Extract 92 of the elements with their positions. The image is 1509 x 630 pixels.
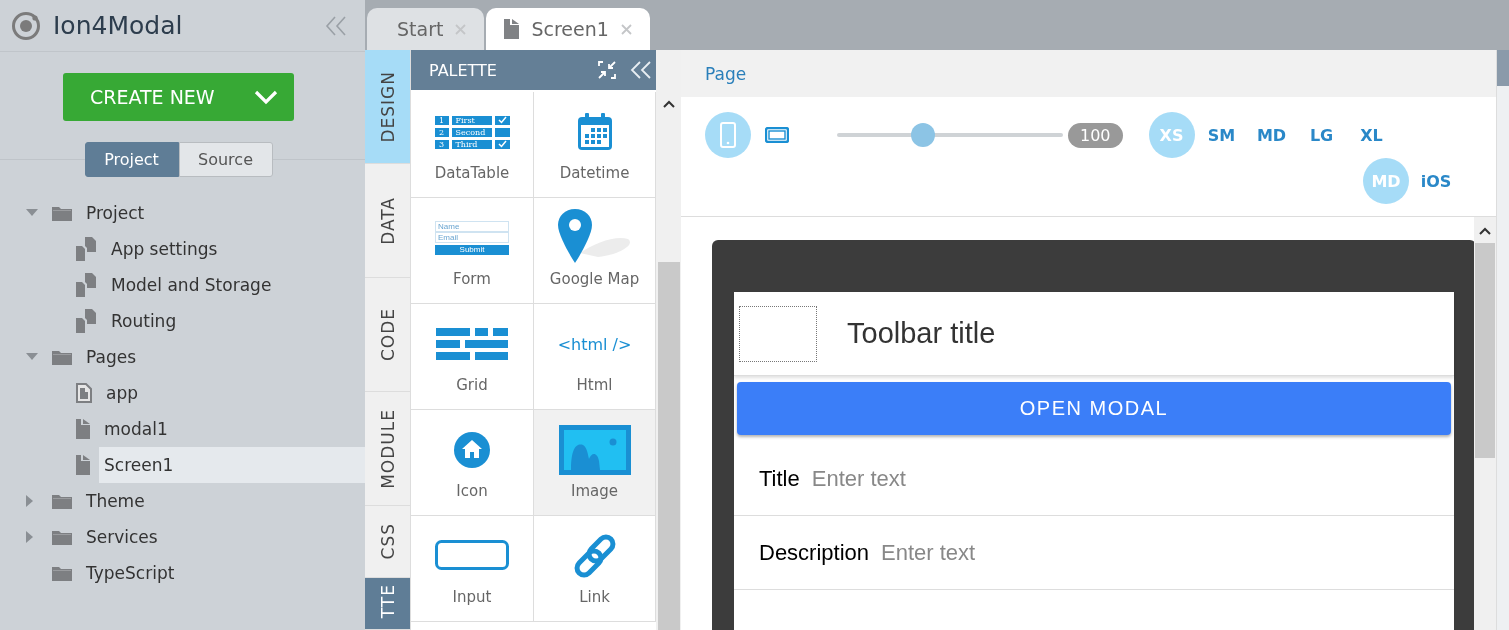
palette-item[interactable]: Name Email Submit Form	[411, 198, 534, 304]
close-icon[interactable]	[620, 23, 632, 35]
close-icon[interactable]	[455, 23, 467, 35]
caret-down-icon[interactable]	[26, 209, 38, 217]
tree-item[interactable]: Routing	[106, 303, 365, 339]
mini-table-number: 3	[434, 139, 449, 149]
input-box-icon	[435, 540, 509, 572]
side-tab[interactable]: DATA	[365, 164, 410, 278]
tree-item[interactable]: Screen1	[99, 447, 365, 483]
image-icon	[558, 425, 631, 475]
tree-item[interactable]: App settings	[106, 231, 365, 267]
chevron-down-icon	[254, 89, 278, 105]
platform-button[interactable]: iOS	[1413, 158, 1459, 204]
folder-icon	[52, 529, 72, 545]
palette-item[interactable]: Image	[534, 410, 656, 516]
breakpoint-button[interactable]: LG	[1298, 112, 1345, 158]
side-tab[interactable]: TTE	[365, 578, 410, 630]
collapse-icon[interactable]	[630, 61, 652, 79]
collapse-icon[interactable]	[324, 14, 348, 37]
mini-form-field: Name	[435, 221, 509, 232]
breakpoint-button[interactable]: XL	[1348, 112, 1395, 158]
files-icon	[76, 237, 97, 261]
mini-table-number: 2	[434, 127, 449, 137]
mini-table-label: Third	[451, 139, 492, 149]
view-toggle-tab[interactable]: Project	[84, 142, 179, 177]
tree-item[interactable]: Project	[81, 195, 365, 231]
breakpoint-button[interactable]: MD	[1248, 112, 1295, 158]
side-tab[interactable]: DESIGN	[365, 50, 410, 164]
logo-icon	[11, 10, 41, 41]
tree-item[interactable]: modal1	[99, 411, 365, 447]
files-icon	[76, 309, 97, 333]
text-input[interactable]: Enter text	[881, 539, 1454, 566]
zoom-slider[interactable]	[837, 123, 1063, 147]
compress-icon[interactable]	[598, 61, 616, 79]
phone-icon	[720, 122, 736, 148]
mini-form-field: Email	[435, 232, 509, 243]
scroll-up-icon[interactable]	[1479, 227, 1491, 235]
mini-table-number: 1	[434, 115, 449, 125]
tree-item[interactable]: app	[101, 375, 365, 411]
tree-item[interactable]: Theme	[81, 483, 365, 519]
caret-right-icon[interactable]	[26, 531, 34, 543]
phone-device-button[interactable]	[705, 112, 751, 158]
caret-down-icon[interactable]	[26, 353, 38, 361]
toolbar-title: Toolbar title	[847, 317, 996, 350]
caret-right-icon[interactable]	[26, 495, 34, 507]
editor-tab[interactable]: Start	[367, 8, 485, 50]
slider-thumb[interactable]	[910, 123, 935, 147]
folder-icon	[52, 565, 72, 581]
folder-icon	[52, 349, 72, 365]
open-modal-button[interactable]: OPEN MODAL	[737, 382, 1451, 435]
grid-icon	[436, 328, 508, 360]
palette-item[interactable]: 1 First 2 Second 3 Third DataTable	[411, 92, 534, 198]
editor-tab[interactable]: Screen1	[486, 8, 650, 50]
page-icon	[76, 419, 90, 439]
side-tab[interactable]: MODULE	[365, 392, 410, 506]
field-label: Title	[759, 465, 800, 492]
scrollbar-thumb[interactable]	[657, 262, 680, 630]
palette-item[interactable]: Input	[411, 516, 534, 622]
breadcrumb-link[interactable]: Page	[705, 63, 747, 84]
palette-title: PALETTE	[429, 60, 498, 80]
zoom-value-badge: 100	[1068, 122, 1123, 148]
files-icon	[76, 273, 97, 297]
scrollbar-thumb[interactable]	[1497, 50, 1509, 86]
breakpoint-button[interactable]: SM	[1198, 112, 1245, 158]
side-tab[interactable]: CODE	[365, 278, 410, 392]
field-label: Description	[759, 539, 870, 566]
tablet-icon	[765, 127, 789, 143]
tree-item[interactable]: Pages	[81, 339, 365, 375]
palette-item[interactable]: Grid	[411, 304, 534, 410]
mini-table-label: Second	[451, 127, 492, 137]
tree-item[interactable]: Model and Storage	[106, 267, 365, 303]
palette-item[interactable]: Google Map	[534, 198, 656, 304]
text-input[interactable]: Enter text	[811, 465, 1454, 492]
palette-item[interactable]: Icon	[411, 410, 534, 516]
palette-item[interactable]: Datetime	[534, 92, 656, 198]
tree-item[interactable]: TypeScript	[81, 555, 365, 591]
page-icon	[76, 455, 90, 475]
mini-submit-bar: Submit	[435, 245, 509, 255]
home-icon	[454, 432, 490, 468]
app-title: Ion4Modal	[53, 11, 184, 40]
page-outline-icon	[76, 383, 92, 403]
scrollbar-thumb[interactable]	[1475, 243, 1495, 458]
page-icon	[504, 19, 520, 39]
create-new-button[interactable]: CREATE NEW	[63, 73, 294, 121]
folder-icon	[52, 493, 72, 509]
tree-item[interactable]: Services	[81, 519, 365, 555]
mini-table-label: First	[451, 115, 492, 125]
calendar-icon	[576, 113, 613, 151]
scroll-up-icon[interactable]	[662, 100, 675, 108]
html-tag-glyph: <html />	[557, 334, 632, 354]
folder-icon	[52, 205, 72, 221]
view-toggle-tab[interactable]: Source	[178, 142, 273, 177]
